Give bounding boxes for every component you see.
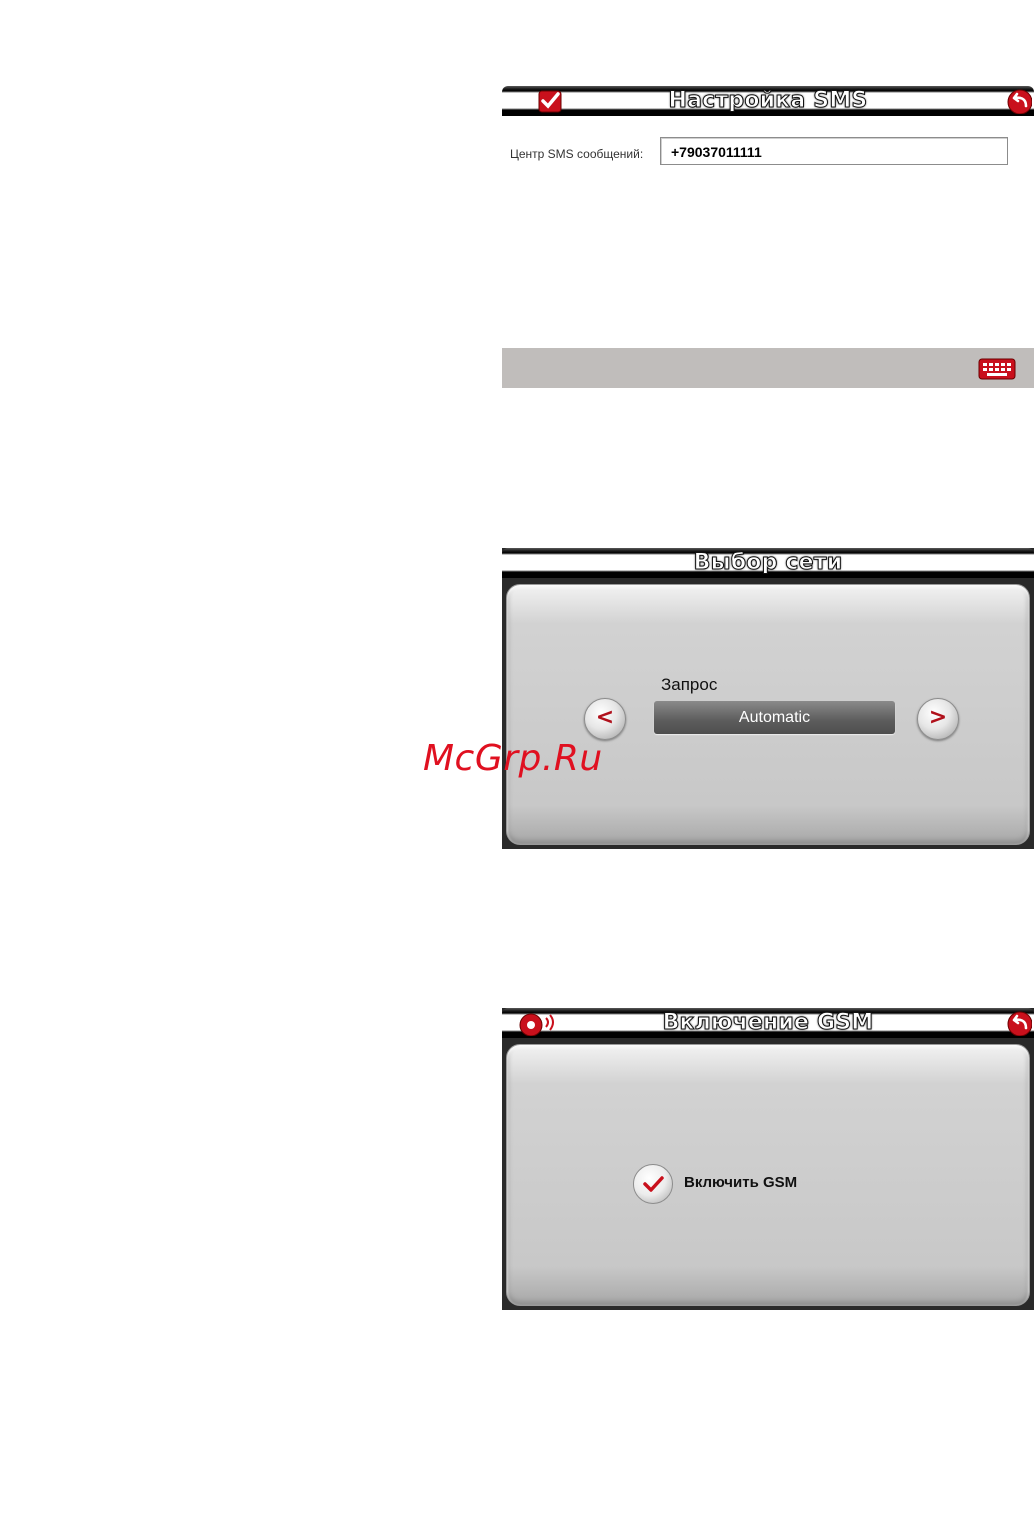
screen-title: Настройка SMS — [668, 88, 868, 114]
screen-title: Включение GSM — [662, 1010, 874, 1036]
checkmark-icon — [643, 1176, 664, 1192]
content-panel: Запрос < Automatic > — [506, 584, 1030, 845]
next-button[interactable]: > — [917, 698, 959, 740]
mode-label: Запрос — [661, 675, 718, 694]
sms-center-input[interactable]: +79037011111 — [660, 137, 1008, 165]
keyboard-icon[interactable] — [978, 358, 1016, 380]
sms-center-label: Центр SMS сообщений: — [510, 147, 644, 161]
title-bar: Настройка SMS — [502, 86, 1034, 116]
network-mode-select[interactable]: Automatic — [654, 701, 895, 734]
antenna-icon[interactable] — [516, 1010, 560, 1036]
back-arrow-icon[interactable] — [1006, 88, 1032, 114]
bottom-toolbar — [502, 348, 1034, 388]
checkmark-icon[interactable] — [537, 88, 563, 114]
gsm-checkbox[interactable] — [633, 1164, 673, 1204]
sms-settings-screen: Настройка SMS Центр SMS сообщений: +7903… — [502, 86, 1034, 388]
title-bar: Выбор сети — [502, 548, 1034, 578]
content-panel: Включить GSM — [506, 1044, 1030, 1306]
network-selection-screen: Выбор сети Запрос < Automatic > — [502, 548, 1034, 849]
gsm-checkbox-label: Включить GSM — [684, 1174, 798, 1191]
watermark: McGrp.Ru — [423, 738, 603, 779]
prev-button[interactable]: < — [584, 698, 626, 740]
chevron-left-icon: < — [595, 705, 615, 730]
chevron-right-icon: > — [928, 705, 948, 730]
screen-title: Выбор сети — [693, 550, 843, 576]
back-arrow-icon[interactable] — [1006, 1010, 1032, 1036]
gsm-enable-screen: Включение GSM Включить GSM — [502, 1008, 1034, 1310]
title-bar: Включение GSM — [502, 1008, 1034, 1038]
